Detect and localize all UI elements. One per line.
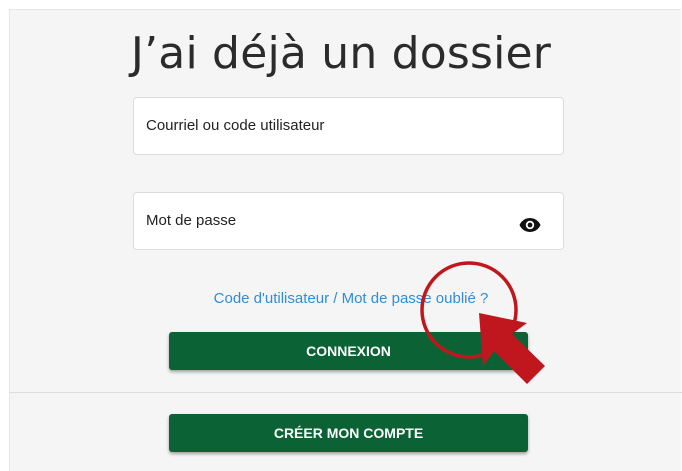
section-divider	[9, 392, 682, 393]
password-placeholder: Mot de passe	[146, 212, 237, 229]
login-button[interactable]: CONNEXION	[169, 332, 528, 370]
eye-icon[interactable]	[519, 217, 541, 233]
page-title: J’ai déjà un dossier	[130, 28, 552, 79]
create-account-button[interactable]: CRÉER MON COMPTE	[169, 414, 528, 452]
password-field[interactable]: Mot de passe	[133, 192, 564, 250]
forgot-credentials-link[interactable]: Code d'utilisateur / Mot de passe oublié…	[0, 290, 682, 307]
username-placeholder: Courriel ou code utilisateur	[146, 117, 325, 134]
username-field[interactable]: Courriel ou code utilisateur	[133, 97, 564, 155]
